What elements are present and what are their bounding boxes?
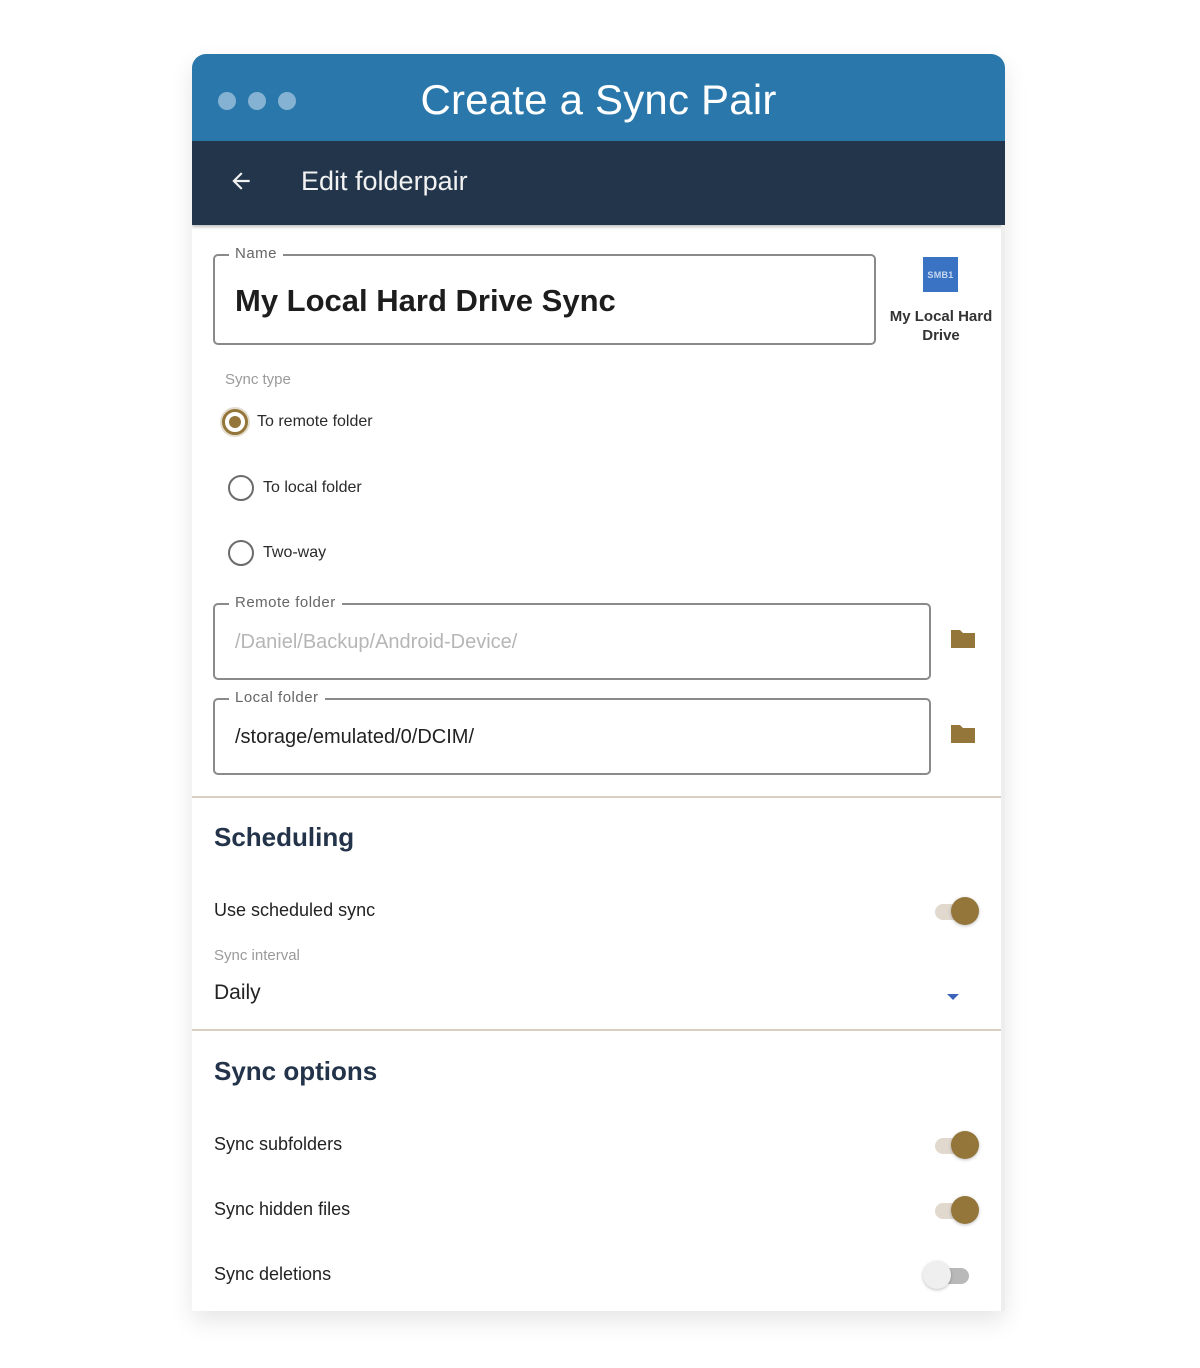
section-divider [192,1029,1005,1031]
radio-to-remote-folder[interactable]: To remote folder [222,409,373,435]
remote-folder-browse-icon[interactable] [949,628,977,650]
radio-two-way[interactable]: Two-way [228,540,326,566]
radio-to-local-folder[interactable]: To local folder [228,475,362,501]
remote-folder-placeholder[interactable]: /Daniel/Backup/Android-Device/ [235,631,517,654]
use-scheduled-sync-label: Use scheduled sync [214,900,376,920]
sync-deletions-toggle[interactable] [923,1260,971,1290]
sync-type-caption: Sync type [225,371,291,388]
remote-folder-field[interactable]: Remote folder /Daniel/Backup/Android-Dev… [213,594,931,680]
dropdown-arrow-icon[interactable] [946,989,960,1000]
arrow-left-icon[interactable] [228,168,254,194]
local-folder-field[interactable]: Local folder /storage/emulated/0/DCIM/ [213,689,931,775]
sync-hidden-files-label: Sync hidden files [214,1199,351,1219]
scheduling-title: Scheduling [214,822,355,852]
name-field[interactable]: Name My Local Hard Drive Sync [213,245,876,345]
radio-label: To local folder [263,479,362,496]
radio-label: Two-way [263,544,327,561]
toggle-thumb[interactable] [951,897,979,925]
name-field-value[interactable]: My Local Hard Drive Sync [235,283,616,319]
sync-interval-select[interactable]: Daily [214,981,261,1005]
local-folder-value[interactable]: /storage/emulated/0/DCIM/ [235,726,474,749]
name-field-label: Name [229,245,284,262]
section-divider [192,796,1005,798]
radio-checked-icon[interactable] [222,409,248,435]
sync-subfolders-label: Sync subfolders [214,1134,343,1154]
app-bar: Edit folderpair [192,141,1005,225]
window-title: Create a Sync Pair [420,76,777,123]
scrollbar[interactable] [1001,225,1005,1311]
toggle-thumb[interactable] [951,1131,979,1159]
sync-deletions-label: Sync deletions [214,1264,332,1284]
remote-folder-label: Remote folder [229,594,342,611]
radio-label: To remote folder [257,413,373,430]
sync-interval-caption: Sync interval [214,947,300,964]
toggle-thumb[interactable] [923,1261,951,1289]
toggle-thumb[interactable] [951,1196,979,1224]
radio-unchecked-icon[interactable] [228,540,254,566]
sync-options-title: Sync options [214,1056,378,1086]
local-folder-label: Local folder [229,689,325,706]
sync-subfolders-toggle[interactable] [933,1130,981,1160]
radio-unchecked-icon[interactable] [228,475,254,501]
use-scheduled-sync-toggle[interactable] [933,896,981,926]
smb-account-icon[interactable]: SMB1 [923,257,958,292]
sync-hidden-files-toggle[interactable] [933,1195,981,1225]
account-label: My Local Hard Drive [889,308,993,344]
sync-pair-window: Create a Sync Pair Edit folderpair Name … [192,54,1005,1311]
page-title: Edit folderpair [301,166,468,196]
local-folder-browse-icon[interactable] [949,723,977,745]
window-titlebar: Create a Sync Pair [192,54,1005,141]
